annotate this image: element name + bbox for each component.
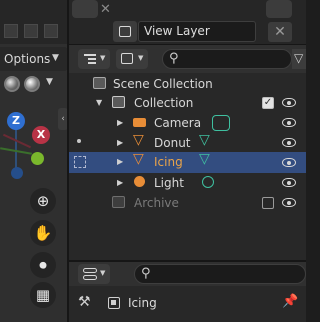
outliner-row-label: Scene Collection (113, 77, 213, 91)
material-preview-shading-icon[interactable] (4, 76, 20, 92)
object-name: Icing (128, 296, 157, 310)
filter-icon[interactable]: ▽ (292, 49, 306, 69)
pin-icon[interactable]: 📌 (282, 294, 298, 309)
collapse-triangle-icon[interactable]: ▼ (96, 93, 102, 113)
properties-icon (83, 268, 97, 273)
outliner-row-light[interactable] (69, 173, 306, 193)
eye-icon[interactable] (282, 198, 296, 207)
display-mode-button[interactable]: ▼ (116, 49, 148, 69)
collection-icon (112, 196, 125, 208)
hand-pan-icon[interactable]: ✋ (30, 220, 56, 246)
outliner-row-label: Archive (134, 196, 179, 210)
gizmo-x-axis[interactable]: X (32, 126, 50, 144)
chevron-down-icon: ▼ (100, 269, 106, 277)
close-icon[interactable]: ✕ (100, 2, 111, 17)
gizmo-z-axis[interactable]: Z (7, 112, 25, 130)
expand-triangle-icon[interactable]: ▶ (117, 113, 123, 133)
outliner-row-label: Icing (154, 155, 183, 169)
search-icon: ⚲ (141, 266, 151, 281)
camera-view-icon[interactable]: ⏺ (30, 252, 56, 278)
search-icon: ⚲ (169, 51, 179, 66)
properties-icon-line (83, 275, 97, 280)
list-icon (84, 54, 96, 56)
grid-toggle-icon[interactable]: ▦ (30, 282, 56, 308)
light-object-icon (134, 176, 145, 187)
zoom-icon[interactable]: ⊕ (30, 188, 56, 214)
eye-icon[interactable] (282, 158, 296, 167)
gizmo-neg-z-axis[interactable] (11, 167, 23, 179)
eye-icon[interactable] (282, 118, 296, 127)
exclude-checkbox[interactable] (262, 197, 274, 209)
chevron-down-icon: ▼ (52, 53, 59, 63)
editor-type-button[interactable]: ▼ (78, 49, 110, 69)
options-label: Options (4, 52, 51, 66)
viewport-header-button[interactable] (44, 24, 58, 38)
eye-icon[interactable] (282, 178, 296, 187)
exclude-checkbox[interactable]: ✓ (262, 97, 274, 109)
chevron-down-icon: ▼ (100, 54, 106, 62)
outliner-row-label: Donut (154, 136, 191, 150)
view-layer-name: View Layer (144, 24, 210, 38)
rendered-shading-icon[interactable] (24, 76, 40, 92)
window-button[interactable] (266, 0, 292, 18)
gizmo-y-axis[interactable] (31, 152, 44, 165)
eye-icon[interactable] (282, 98, 296, 107)
expand-triangle-icon[interactable]: ▶ (117, 133, 123, 153)
outliner-search-input[interactable]: ⚲ (162, 49, 292, 69)
eye-icon[interactable] (282, 138, 296, 147)
camera-object-icon (133, 118, 146, 127)
properties-search-input[interactable]: ⚲ (134, 264, 306, 284)
outliner-row-label: Light (154, 176, 184, 190)
mesh-object-icon: ▽ (133, 132, 144, 148)
gizmo-axis-line (15, 128, 17, 168)
outliner-row-label: Camera (154, 116, 202, 130)
image-icon (121, 53, 133, 64)
list-icon-line (88, 62, 96, 64)
collection-icon (112, 96, 125, 108)
expand-triangle-icon[interactable]: ▶ (117, 152, 123, 172)
tool-icon[interactable]: ⚒ (78, 294, 91, 310)
light-data-icon[interactable] (202, 176, 214, 188)
active-dot (77, 139, 81, 143)
viewport-header-button[interactable] (24, 24, 38, 38)
expand-triangle-icon[interactable]: ▶ (117, 173, 123, 193)
outliner-row-label: Collection (134, 96, 194, 110)
camera-data-icon[interactable] (212, 115, 230, 131)
mesh-object-icon: ▽ (133, 151, 144, 167)
mesh-data-icon[interactable]: ▽ (199, 132, 210, 148)
mesh-data-icon[interactable]: ▽ (199, 151, 210, 167)
chevron-down-icon: ▼ (138, 54, 144, 62)
outliner-row-icing[interactable] (69, 152, 306, 173)
scene-collection-icon (93, 77, 106, 89)
editor-type-button[interactable]: ▼ (78, 264, 110, 284)
chevron-down-icon[interactable]: ▼ (46, 77, 53, 87)
object-icon (108, 297, 120, 309)
viewport-header-button[interactable] (4, 24, 18, 38)
list-icon-line (88, 58, 96, 60)
edit-mode-icon[interactable] (74, 156, 86, 168)
image-icon (119, 26, 131, 37)
scene-selector-button[interactable] (72, 0, 98, 18)
remove-view-layer-icon[interactable]: ✕ (268, 22, 292, 42)
